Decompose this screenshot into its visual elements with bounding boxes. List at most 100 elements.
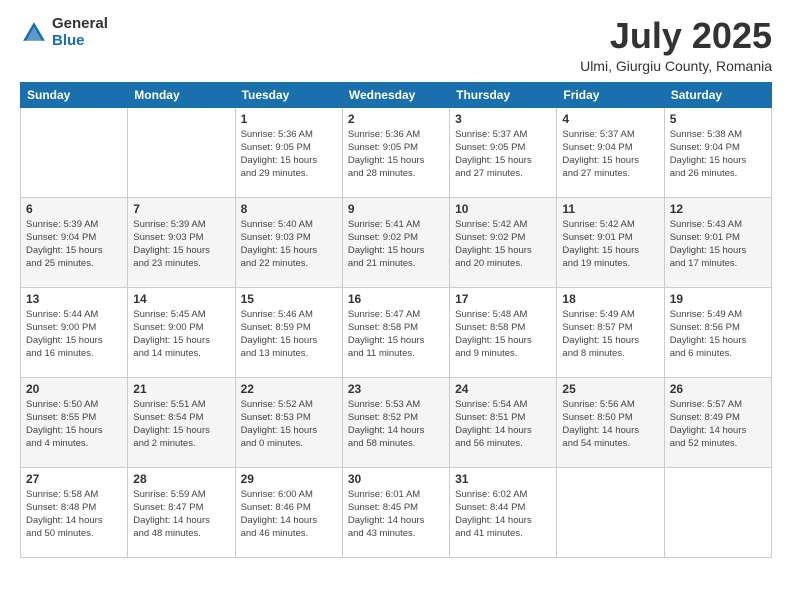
day-number: 10 (455, 202, 551, 216)
calendar-cell: 29 Sunrise: 6:00 AM Sunset: 8:46 PM Dayli… (235, 467, 342, 557)
calendar-week-row: 1 Sunrise: 5:36 AM Sunset: 9:05 PM Daylig… (21, 107, 772, 197)
day-info: Sunrise: 5:36 AM Sunset: 9:05 PM Dayligh… (241, 128, 337, 181)
calendar-week-row: 20Sunrise: 5:50 AM Sunset: 8:55 PM Dayli… (21, 377, 772, 467)
calendar-cell: 19Sunrise: 5:49 AM Sunset: 8:56 PM Dayli… (664, 287, 771, 377)
day-info: Sunrise: 5:39 AM Sunset: 9:03 PM Dayligh… (133, 218, 229, 271)
calendar-cell: 27 Sunrise: 5:58 AM Sunset: 8:48 PM Dayli… (21, 467, 128, 557)
calendar-table: SundayMondayTuesdayWednesdayThursdayFrid… (20, 82, 772, 558)
day-number: 3 (455, 112, 551, 126)
calendar-day-header: Thursday (450, 82, 557, 107)
day-number: 17 (455, 292, 551, 306)
logo-text: General Blue (52, 16, 108, 49)
calendar-cell: 15 Sunrise: 5:46 AM Sunset: 8:59 PM Dayli… (235, 287, 342, 377)
logo: General Blue (20, 16, 108, 49)
day-number: 5 (670, 112, 766, 126)
calendar-week-row: 27 Sunrise: 5:58 AM Sunset: 8:48 PM Dayli… (21, 467, 772, 557)
day-info: Sunrise: 5:42 AM Sunset: 9:01 PM Dayligh… (562, 218, 658, 271)
day-number: 1 (241, 112, 337, 126)
logo-blue-text: Blue (52, 33, 108, 50)
calendar-cell: 25 Sunrise: 5:56 AM Sunset: 8:50 PM Dayli… (557, 377, 664, 467)
day-info: Sunrise: 6:01 AM Sunset: 8:45 PM Dayligh… (348, 488, 444, 541)
day-info: Sunrise: 6:00 AM Sunset: 8:46 PM Dayligh… (241, 488, 337, 541)
calendar-cell (557, 467, 664, 557)
day-number: 29 (241, 472, 337, 486)
calendar-cell: 30 Sunrise: 6:01 AM Sunset: 8:45 PM Dayli… (342, 467, 449, 557)
calendar-cell: 4Sunrise: 5:37 AM Sunset: 9:04 PM Daylig… (557, 107, 664, 197)
calendar-cell: 13Sunrise: 5:44 AM Sunset: 9:00 PM Dayli… (21, 287, 128, 377)
day-info: Sunrise: 5:56 AM Sunset: 8:50 PM Dayligh… (562, 398, 658, 451)
day-info: Sunrise: 5:58 AM Sunset: 8:48 PM Dayligh… (26, 488, 122, 541)
day-number: 4 (562, 112, 658, 126)
day-number: 19 (670, 292, 766, 306)
calendar-day-header: Friday (557, 82, 664, 107)
title-area: July 2025 Ulmi, Giurgiu County, Romania (580, 16, 772, 74)
day-info: Sunrise: 5:41 AM Sunset: 9:02 PM Dayligh… (348, 218, 444, 271)
day-info: Sunrise: 5:42 AM Sunset: 9:02 PM Dayligh… (455, 218, 551, 271)
day-info: Sunrise: 5:44 AM Sunset: 9:00 PM Dayligh… (26, 308, 122, 361)
header: General Blue July 2025 Ulmi, Giurgiu Cou… (20, 16, 772, 74)
day-number: 11 (562, 202, 658, 216)
day-info: Sunrise: 5:39 AM Sunset: 9:04 PM Dayligh… (26, 218, 122, 271)
day-info: Sunrise: 5:46 AM Sunset: 8:59 PM Dayligh… (241, 308, 337, 361)
calendar-header-row: SundayMondayTuesdayWednesdayThursdayFrid… (21, 82, 772, 107)
day-info: Sunrise: 5:54 AM Sunset: 8:51 PM Dayligh… (455, 398, 551, 451)
calendar-cell: 10 Sunrise: 5:42 AM Sunset: 9:02 PM Dayli… (450, 197, 557, 287)
calendar-day-header: Tuesday (235, 82, 342, 107)
calendar-cell: 5Sunrise: 5:38 AM Sunset: 9:04 PM Daylig… (664, 107, 771, 197)
calendar-cell: 3 Sunrise: 5:37 AM Sunset: 9:05 PM Daylig… (450, 107, 557, 197)
day-info: Sunrise: 6:02 AM Sunset: 8:44 PM Dayligh… (455, 488, 551, 541)
day-number: 28 (133, 472, 229, 486)
day-number: 15 (241, 292, 337, 306)
calendar-cell: 21 Sunrise: 5:51 AM Sunset: 8:54 PM Dayli… (128, 377, 235, 467)
day-number: 31 (455, 472, 551, 486)
day-info: Sunrise: 5:36 AM Sunset: 9:05 PM Dayligh… (348, 128, 444, 181)
calendar-week-row: 13Sunrise: 5:44 AM Sunset: 9:00 PM Dayli… (21, 287, 772, 377)
day-info: Sunrise: 5:45 AM Sunset: 9:00 PM Dayligh… (133, 308, 229, 361)
calendar-cell (21, 107, 128, 197)
day-info: Sunrise: 5:40 AM Sunset: 9:03 PM Dayligh… (241, 218, 337, 271)
day-info: Sunrise: 5:57 AM Sunset: 8:49 PM Dayligh… (670, 398, 766, 451)
day-number: 9 (348, 202, 444, 216)
day-number: 26 (670, 382, 766, 396)
day-info: Sunrise: 5:52 AM Sunset: 8:53 PM Dayligh… (241, 398, 337, 451)
calendar-cell: 24Sunrise: 5:54 AM Sunset: 8:51 PM Dayli… (450, 377, 557, 467)
day-number: 7 (133, 202, 229, 216)
calendar-cell (128, 107, 235, 197)
day-info: Sunrise: 5:50 AM Sunset: 8:55 PM Dayligh… (26, 398, 122, 451)
day-number: 2 (348, 112, 444, 126)
calendar-cell: 7 Sunrise: 5:39 AM Sunset: 9:03 PM Daylig… (128, 197, 235, 287)
calendar-cell: 12 Sunrise: 5:43 AM Sunset: 9:01 PM Dayli… (664, 197, 771, 287)
calendar-cell: 20Sunrise: 5:50 AM Sunset: 8:55 PM Dayli… (21, 377, 128, 467)
day-number: 8 (241, 202, 337, 216)
calendar-cell (664, 467, 771, 557)
day-info: Sunrise: 5:51 AM Sunset: 8:54 PM Dayligh… (133, 398, 229, 451)
day-number: 21 (133, 382, 229, 396)
page: General Blue July 2025 Ulmi, Giurgiu Cou… (0, 0, 792, 612)
day-info: Sunrise: 5:49 AM Sunset: 8:57 PM Dayligh… (562, 308, 658, 361)
day-number: 25 (562, 382, 658, 396)
calendar-cell: 11 Sunrise: 5:42 AM Sunset: 9:01 PM Dayli… (557, 197, 664, 287)
day-info: Sunrise: 5:48 AM Sunset: 8:58 PM Dayligh… (455, 308, 551, 361)
calendar-cell: 16Sunrise: 5:47 AM Sunset: 8:58 PM Dayli… (342, 287, 449, 377)
calendar-day-header: Wednesday (342, 82, 449, 107)
calendar-cell: 23Sunrise: 5:53 AM Sunset: 8:52 PM Dayli… (342, 377, 449, 467)
logo-general-text: General (52, 16, 108, 33)
calendar-cell: 26 Sunrise: 5:57 AM Sunset: 8:49 PM Dayli… (664, 377, 771, 467)
day-number: 22 (241, 382, 337, 396)
day-info: Sunrise: 5:43 AM Sunset: 9:01 PM Dayligh… (670, 218, 766, 271)
calendar-week-row: 6Sunrise: 5:39 AM Sunset: 9:04 PM Daylig… (21, 197, 772, 287)
calendar-cell: 28Sunrise: 5:59 AM Sunset: 8:47 PM Dayli… (128, 467, 235, 557)
logo-icon (20, 19, 48, 47)
calendar-cell: 17 Sunrise: 5:48 AM Sunset: 8:58 PM Dayli… (450, 287, 557, 377)
calendar-cell: 31 Sunrise: 6:02 AM Sunset: 8:44 PM Dayli… (450, 467, 557, 557)
calendar-cell: 22 Sunrise: 5:52 AM Sunset: 8:53 PM Dayli… (235, 377, 342, 467)
day-info: Sunrise: 5:37 AM Sunset: 9:05 PM Dayligh… (455, 128, 551, 181)
day-number: 14 (133, 292, 229, 306)
day-number: 30 (348, 472, 444, 486)
day-number: 27 (26, 472, 122, 486)
day-number: 12 (670, 202, 766, 216)
month-title: July 2025 (580, 16, 772, 56)
day-number: 23 (348, 382, 444, 396)
location-title: Ulmi, Giurgiu County, Romania (580, 58, 772, 74)
calendar-day-header: Monday (128, 82, 235, 107)
